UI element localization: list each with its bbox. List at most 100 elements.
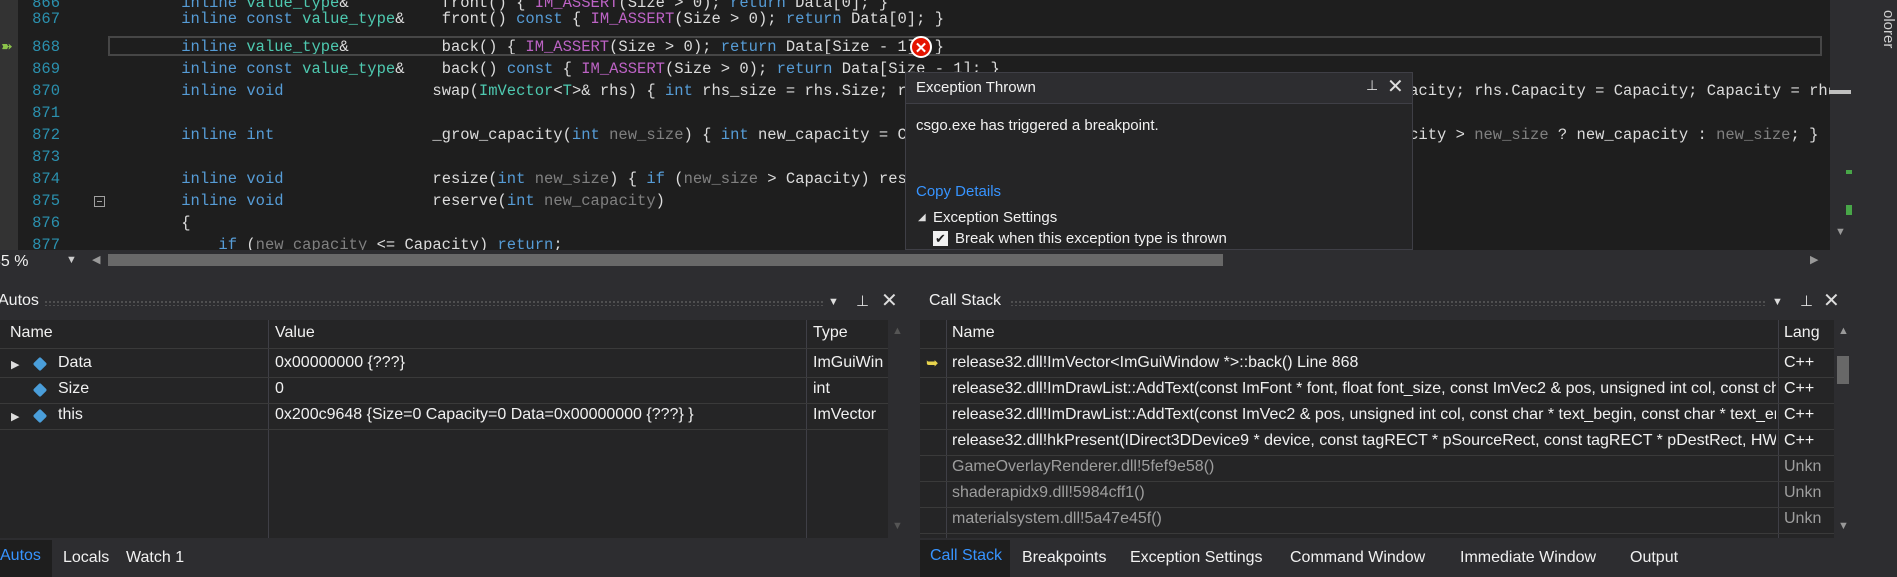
expand-icon[interactable]: ▶ bbox=[11, 410, 19, 423]
close-icon[interactable]: ✕ bbox=[881, 288, 898, 313]
tab-locals[interactable]: Locals bbox=[63, 549, 109, 567]
scroll-thumb[interactable] bbox=[1837, 356, 1849, 384]
tab-call-stack[interactable]: Call Stack bbox=[930, 547, 1002, 565]
line-number: 867 bbox=[32, 10, 60, 28]
exception-title: Exception Thrown bbox=[916, 79, 1036, 96]
frame-name: shaderapidx9.dll!5984cff1() bbox=[952, 484, 1145, 501]
exception-popup: Exception Thrown ⊥ ✕ csgo.exe has trigge… bbox=[905, 72, 1413, 250]
variable-value: 0x00000000 {???} bbox=[275, 354, 405, 371]
scroll-up-icon[interactable]: ▲ bbox=[1838, 325, 1849, 337]
column-header-name[interactable]: Name bbox=[952, 324, 995, 342]
pin-icon[interactable]: ⊥ bbox=[1366, 77, 1378, 94]
variable-type: int bbox=[813, 380, 830, 397]
tab-immediate-window[interactable]: Immediate Window bbox=[1460, 549, 1596, 567]
callstack-title: Call Stack bbox=[929, 292, 1002, 309]
panel-drag-grip[interactable] bbox=[1010, 300, 1765, 306]
exception-settings-label: Exception Settings bbox=[933, 209, 1058, 226]
code-text[interactable]: { bbox=[144, 212, 190, 234]
frame-language: Unkn bbox=[1784, 458, 1822, 475]
line-number: 871 bbox=[32, 104, 60, 122]
header-divider bbox=[920, 348, 1834, 349]
error-icon[interactable]: ✕ bbox=[910, 36, 932, 58]
break-label: Break when this exception type is thrown bbox=[955, 230, 1227, 247]
break-checkbox[interactable]: ✔ bbox=[933, 231, 948, 246]
editor-vertical-scrollbar[interactable] bbox=[1830, 0, 1858, 250]
current-frame-arrow-icon: ➥ bbox=[926, 355, 939, 372]
scroll-down-icon[interactable]: ▼ bbox=[892, 520, 903, 532]
change-marker bbox=[1846, 205, 1852, 215]
column-header-lang[interactable]: Lang bbox=[1784, 324, 1820, 342]
column-header-value[interactable]: Value bbox=[275, 324, 315, 342]
line-number: 875 bbox=[32, 192, 60, 210]
frame-name: release32.dll!ImVector<ImGuiWindow *>::b… bbox=[952, 354, 1359, 371]
current-instruction-icon: ➽ bbox=[1, 38, 13, 54]
scroll-up-icon[interactable]: ▲ bbox=[892, 325, 903, 337]
code-text[interactable]: if (new_capacity <= Capacity) return; bbox=[144, 234, 562, 250]
tab-command-window[interactable]: Command Window bbox=[1290, 549, 1425, 567]
scroll-right-icon[interactable]: ▶ bbox=[1810, 253, 1818, 266]
header-divider bbox=[0, 348, 888, 349]
callstack-vertical-scrollbar[interactable] bbox=[1834, 320, 1856, 538]
code-text[interactable]: inline const value_type& front() const {… bbox=[144, 8, 944, 30]
collapse-icon[interactable] bbox=[94, 196, 105, 207]
zoom-dropdown-icon[interactable]: ▼ bbox=[66, 254, 77, 266]
copy-details-link[interactable]: Copy Details bbox=[916, 183, 1001, 200]
frame-name: release32.dll!hkPresent(IDirect3DDevice9… bbox=[952, 432, 1776, 449]
pin-icon[interactable]: ⊥ bbox=[856, 292, 869, 310]
line-number: 870 bbox=[32, 82, 60, 100]
tab-exception-settings[interactable]: Exception Settings bbox=[1130, 549, 1263, 567]
code-text[interactable]: inline const value_type& back() const { … bbox=[144, 58, 1000, 80]
exception-message: csgo.exe has triggered a breakpoint. bbox=[916, 117, 1159, 134]
zoom-level[interactable]: 85 % bbox=[0, 250, 67, 274]
variable-value: 0x200c9648 {Size=0 Capacity=0 Data=0x000… bbox=[275, 406, 694, 423]
pin-icon[interactable]: ⊥ bbox=[1800, 292, 1813, 310]
scroll-left-icon[interactable]: ◀ bbox=[92, 253, 100, 266]
line-number: 869 bbox=[32, 60, 60, 78]
frame-language: C++ bbox=[1784, 432, 1815, 449]
autos-title: Autos bbox=[0, 292, 39, 309]
variable-value: 0 bbox=[275, 380, 284, 397]
column-header-name[interactable]: Name bbox=[10, 324, 53, 342]
variable-type: ImGuiWin bbox=[813, 354, 884, 371]
tab-watch-1[interactable]: Watch 1 bbox=[126, 549, 184, 567]
expand-icon[interactable]: ▶ bbox=[11, 358, 19, 371]
frame-language: Unkn bbox=[1784, 484, 1822, 501]
close-icon[interactable]: ✕ bbox=[1387, 74, 1404, 99]
tab-autos[interactable]: Autos bbox=[0, 547, 41, 565]
scrollbar-position-marker bbox=[1829, 90, 1851, 94]
current-line-highlight bbox=[108, 36, 1822, 56]
variable-name: this bbox=[58, 406, 83, 423]
variable-name: Data bbox=[58, 354, 92, 371]
close-icon[interactable]: ✕ bbox=[1823, 288, 1840, 313]
variable-name: Size bbox=[58, 380, 90, 397]
change-marker bbox=[1846, 170, 1852, 174]
line-number: 873 bbox=[32, 148, 60, 166]
frame-name: release32.dll!ImDrawList::AddText(const … bbox=[952, 380, 1776, 397]
row-divider bbox=[920, 533, 1834, 534]
code-text[interactable]: inline void reserve(int new_capacity) bbox=[144, 190, 665, 212]
line-number: 872 bbox=[32, 126, 60, 144]
frame-name: GameOverlayRenderer.dll!5fef9e58() bbox=[952, 458, 1215, 475]
scroll-down-icon[interactable]: ▼ bbox=[1838, 520, 1849, 532]
column-header-type[interactable]: Type bbox=[813, 324, 848, 342]
horizontal-scroll-thumb[interactable] bbox=[108, 254, 1223, 266]
frame-language: Unkn bbox=[1784, 510, 1822, 527]
code-line[interactable]: 867 inline const value_type& front() con… bbox=[0, 8, 1830, 30]
frame-name: materialsystem.dll!5a47e45f() bbox=[952, 510, 1162, 527]
dropdown-icon[interactable]: ▼ bbox=[828, 296, 839, 308]
variable-type: ImVector bbox=[813, 406, 877, 423]
tab-output[interactable]: Output bbox=[1630, 549, 1678, 567]
frame-language: C++ bbox=[1784, 406, 1815, 423]
frame-language: C++ bbox=[1784, 354, 1815, 371]
line-number: 876 bbox=[32, 214, 60, 232]
scroll-down-icon[interactable]: ▼ bbox=[1835, 226, 1846, 238]
collapse-triangle-icon[interactable]: ◢ bbox=[918, 212, 926, 223]
line-number: 877 bbox=[32, 236, 60, 250]
solution-explorer-strip[interactable] bbox=[1858, 0, 1897, 577]
solution-explorer-tab[interactable]: olorer bbox=[1858, 10, 1897, 50]
autos-vertical-scrollbar[interactable] bbox=[888, 320, 910, 538]
dropdown-icon[interactable]: ▼ bbox=[1772, 296, 1783, 308]
tab-breakpoints[interactable]: Breakpoints bbox=[1022, 549, 1107, 567]
panel-drag-grip[interactable] bbox=[44, 300, 824, 306]
frame-name: release32.dll!ImDrawList::AddText(const … bbox=[952, 406, 1776, 423]
